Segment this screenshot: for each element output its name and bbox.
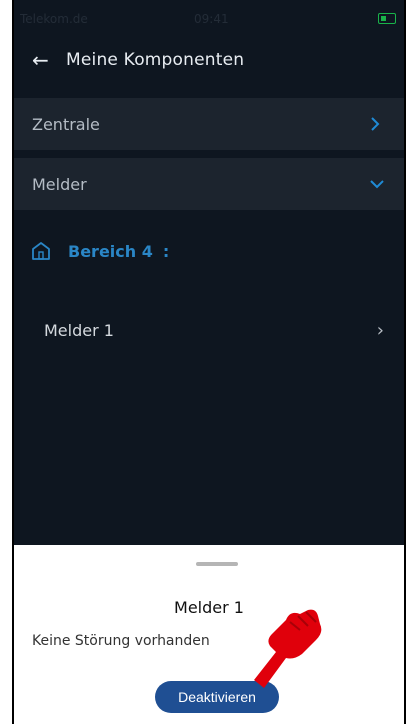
pointing-hand-icon	[254, 609, 322, 688]
page-title: Meine Komponenten	[66, 50, 245, 70]
sheet-title: Melder 1	[174, 598, 244, 617]
app-bar: ← Meine Komponenten	[14, 42, 404, 78]
section-label: Melder	[32, 174, 87, 194]
status-message: Keine Störung vorhanden	[32, 633, 210, 649]
status-time: 09:41	[194, 12, 229, 26]
carrier-label: Telekom.de	[20, 12, 88, 26]
bottom-sheet: Melder 1 Keine Störung vorhanden Deaktiv…	[14, 545, 404, 724]
arrow-left-icon[interactable]: ←	[32, 50, 66, 70]
home-icon	[30, 240, 52, 262]
area-label: Bereich 4	[68, 241, 153, 261]
area-header: Bereich 4 :	[30, 240, 169, 262]
section-zentrale[interactable]: Zentrale	[14, 98, 404, 150]
device-label: Melder 1	[44, 320, 114, 340]
chevron-right-icon: ›	[376, 319, 384, 341]
section-melder[interactable]: Melder	[14, 158, 404, 210]
battery-icon	[378, 13, 396, 24]
chevron-right-icon	[370, 117, 386, 131]
drag-handle[interactable]	[196, 562, 238, 566]
area-separator: :	[162, 241, 170, 261]
chevron-down-icon	[370, 179, 386, 189]
status-bar: Telekom.de 09:41	[14, 0, 404, 42]
list-item[interactable]: Melder 1 ›	[14, 312, 404, 348]
phone-screen: Telekom.de 09:41 ← Meine Komponenten Zen…	[12, 0, 406, 724]
section-label: Zentrale	[32, 114, 100, 134]
